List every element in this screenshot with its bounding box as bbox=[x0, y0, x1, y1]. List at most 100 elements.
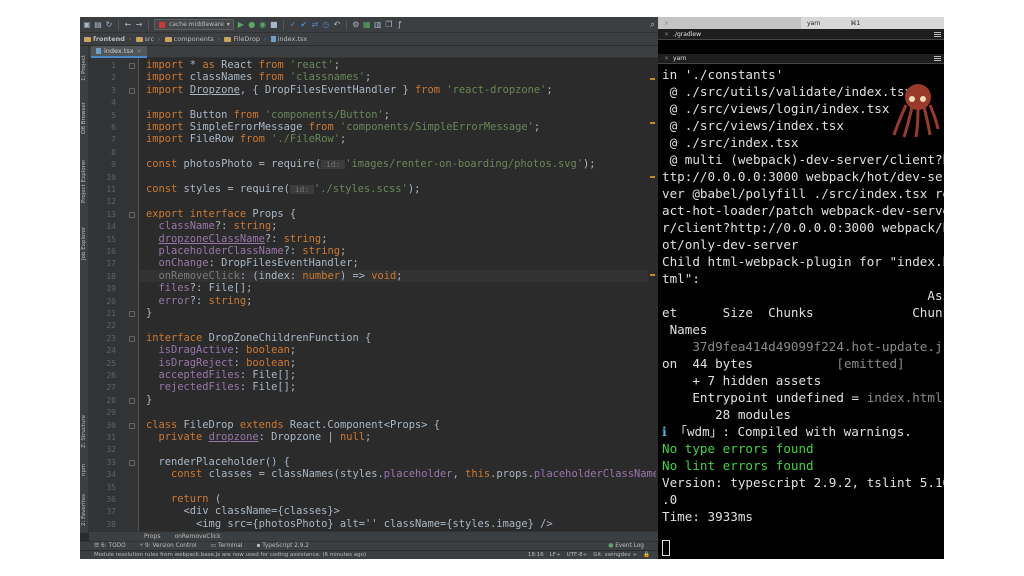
side-tab-project[interactable]: 1: Project bbox=[80, 48, 89, 88]
side-tab-structure[interactable]: Z: Structure bbox=[80, 410, 89, 454]
editor-tab-index-tsx[interactable]: index.tsx × bbox=[91, 46, 148, 58]
breadcrumb-item[interactable]: index.tsx bbox=[270, 35, 308, 43]
npm-icon: ■ bbox=[158, 19, 166, 29]
terminal-line: 28 modules bbox=[662, 407, 791, 422]
code-fold-toggle[interactable] bbox=[129, 422, 135, 429]
editor-tab-label: index.tsx bbox=[104, 47, 134, 55]
line-number: 14 bbox=[106, 222, 116, 232]
side-tab-project-explorer[interactable]: Project Explorer bbox=[80, 150, 89, 212]
coverage-icon[interactable]: ◉ bbox=[259, 20, 267, 29]
line-number: 6 bbox=[111, 123, 116, 132]
breadcrumb-item[interactable]: components bbox=[164, 35, 214, 43]
tool-window-typescript[interactable]: ▪ TypeScript 2.9.2 bbox=[256, 543, 309, 549]
breadcrumb-separator: › bbox=[158, 35, 161, 43]
code-fold-toggle[interactable] bbox=[129, 459, 135, 466]
code-structure-breadcrumb: Props onRemoveClick bbox=[89, 531, 658, 541]
terminal-line: ver @babel/polyfill ./src/index.tsx re bbox=[662, 186, 944, 201]
tool-window-version-control[interactable]: ⑂ 9: Version Control bbox=[140, 543, 197, 549]
tool-window-label: TypeScript 2.9.2 bbox=[262, 543, 309, 549]
vcs-history-icon[interactable]: ◷ bbox=[322, 20, 330, 29]
code-line: return ( bbox=[171, 493, 222, 505]
code-fold-toggle[interactable] bbox=[129, 397, 135, 404]
terminal-pane-title[interactable]: × yarn bbox=[658, 54, 944, 64]
function-icon[interactable]: ƒ bbox=[396, 20, 404, 29]
close-icon[interactable]: × bbox=[664, 31, 669, 38]
run-configuration-select[interactable]: ■ cache middleware ▾ bbox=[154, 19, 234, 30]
settings-icon[interactable]: ⚙ bbox=[352, 20, 360, 29]
editor-scrollbar[interactable] bbox=[649, 58, 655, 531]
code-line: import * as React from 'react'; bbox=[146, 59, 340, 71]
code-line: import SimpleErrorMessage from 'componen… bbox=[146, 121, 541, 133]
hamburger-menu-icon[interactable] bbox=[934, 31, 941, 37]
tool-window-event-log[interactable]: ● Event Log bbox=[608, 543, 644, 549]
code-fold-toggle[interactable] bbox=[129, 311, 135, 317]
structure-item[interactable]: onRemoveClick bbox=[174, 533, 220, 540]
back-icon[interactable]: ← bbox=[124, 20, 132, 29]
code-fold-toggle[interactable] bbox=[129, 335, 135, 342]
tool-window-terminal[interactable]: ▭ Terminal bbox=[211, 543, 243, 549]
side-tab-npm[interactable]: npm bbox=[80, 460, 89, 480]
tool-window-label: Terminal bbox=[217, 543, 243, 549]
code-fold-toggle[interactable] bbox=[129, 87, 135, 94]
copy-icon[interactable]: ❐ bbox=[385, 20, 393, 29]
side-tab-db-browser[interactable]: DB Browser bbox=[80, 94, 89, 142]
code-line: const classes = classNames(styles.placeh… bbox=[171, 468, 656, 481]
stop-icon[interactable]: ■ bbox=[270, 20, 278, 29]
breadcrumb-item[interactable]: frontend bbox=[84, 35, 125, 43]
line-number: 24 bbox=[106, 346, 116, 356]
line-number: 23 bbox=[106, 333, 116, 343]
side-tab-job-explorer[interactable]: Job Explorer bbox=[80, 218, 89, 268]
warning-marker[interactable] bbox=[650, 176, 655, 178]
save-icon[interactable]: ▤ bbox=[94, 20, 102, 29]
code-fold-toggle[interactable] bbox=[129, 63, 135, 69]
vcs-commit-icon[interactable]: ✔ bbox=[300, 20, 308, 29]
terminal-line: Ass bbox=[662, 288, 944, 303]
project-structure-icon[interactable]: ▦ bbox=[363, 20, 371, 29]
warning-marker[interactable] bbox=[650, 122, 655, 124]
search-icon[interactable]: ⌕ bbox=[650, 20, 655, 30]
line-number: 38 bbox=[106, 519, 116, 529]
code-fold-toggle[interactable] bbox=[129, 211, 135, 218]
open-folder-icon[interactable]: ▣ bbox=[83, 20, 91, 29]
current-code-line: onRemoveClick: (index: number) => void; bbox=[140, 269, 648, 283]
lock-icon[interactable]: 🔒 bbox=[643, 552, 650, 558]
breadcrumb-item[interactable]: FileDrop bbox=[224, 35, 260, 43]
close-icon[interactable]: × bbox=[664, 20, 669, 27]
encoding-select[interactable]: UTF-8÷ bbox=[567, 552, 588, 558]
vcs-compare-icon[interactable]: ⇄ bbox=[311, 20, 319, 29]
parameter-hint: id: bbox=[289, 185, 314, 194]
warning-marker[interactable] bbox=[650, 274, 655, 276]
close-icon[interactable]: × bbox=[664, 55, 669, 62]
toolbar-divider bbox=[148, 19, 149, 30]
warning-marker[interactable] bbox=[650, 78, 655, 80]
breadcrumb-item[interactable]: src bbox=[135, 35, 154, 43]
breadcrumb-label: index.tsx bbox=[277, 35, 308, 43]
tool-window-todo[interactable]: ☰ 6: TODO bbox=[94, 543, 126, 549]
code-line: className?: string; bbox=[158, 220, 278, 233]
code-line: } bbox=[146, 307, 153, 319]
vcs-update-icon[interactable]: ✓ bbox=[289, 20, 297, 29]
status-indicators: 18:16 LF÷ UTF-8÷ Git: swingdev ÷ 🔒 bbox=[528, 552, 650, 558]
status-message[interactable]: Module resolution rules from webpack.bas… bbox=[94, 552, 366, 558]
terminal-line: @ ./src/utils/validate/index.tsx bbox=[662, 84, 913, 99]
line-separator-select[interactable]: LF÷ bbox=[550, 552, 561, 558]
code-line: files?: File[]; bbox=[158, 282, 253, 295]
side-tab-favorites[interactable]: 2: Favorites bbox=[80, 488, 89, 532]
sync-icon[interactable]: ↻ bbox=[105, 20, 113, 29]
terminal-line: r/client?http://0.0.0.0:3000 webpack/h bbox=[662, 220, 944, 235]
structure-item[interactable]: Props bbox=[144, 533, 160, 540]
caret-position[interactable]: 18:16 bbox=[528, 552, 544, 558]
hamburger-menu-icon[interactable] bbox=[934, 56, 941, 61]
sdk-icon[interactable]: ▥ bbox=[374, 20, 382, 29]
close-icon[interactable]: × bbox=[137, 47, 142, 55]
revert-icon[interactable]: ↶ bbox=[333, 20, 341, 29]
run-icon[interactable]: ▶ bbox=[237, 20, 245, 29]
forward-icon[interactable]: → bbox=[135, 20, 143, 29]
terminal-tab-yarn[interactable]: yarn ⌘1 bbox=[801, 17, 944, 29]
terminal-line: Names bbox=[662, 322, 708, 337]
git-branch-select[interactable]: Git: swingdev ÷ bbox=[593, 552, 637, 558]
code-editor[interactable]: 1 2 3 4 5 6 7 8 9 10 11 12 13 14 15 16 17 18 19 20 21 22 23 24 2… bbox=[89, 58, 656, 531]
debug-icon[interactable]: ● bbox=[248, 20, 256, 29]
terminal-pane-title[interactable]: × ./gradlew bbox=[658, 29, 944, 40]
terminal-tab[interactable]: × bbox=[658, 17, 801, 29]
